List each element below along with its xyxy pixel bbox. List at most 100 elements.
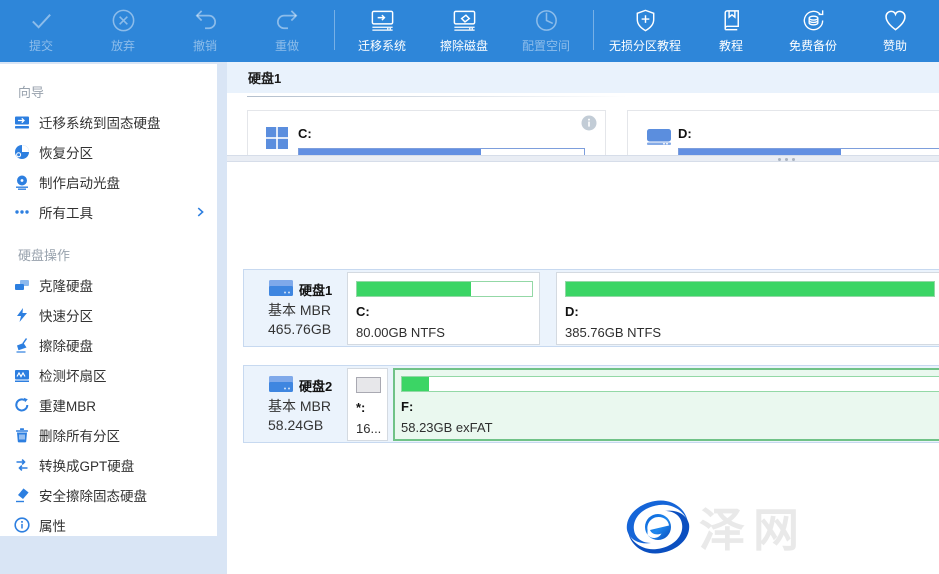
free-backup-button[interactable]: 免费备份 xyxy=(772,0,854,62)
discard-icon xyxy=(110,7,137,34)
partition-usage-fill xyxy=(402,377,429,391)
dots-icon xyxy=(14,204,30,220)
redo-button-label: 重做 xyxy=(275,37,299,54)
migrate-os-button-label: 迁移系统 xyxy=(358,37,406,54)
toolbar-divider xyxy=(593,10,594,50)
migrate-os-icon xyxy=(369,7,396,34)
sidebar-item-migrate-os-to-ssd[interactable]: 迁移系统到固态硬盘 xyxy=(0,107,217,137)
sidebar-item-convert-to-gpt-label: 转换成GPT硬盘 xyxy=(39,455,134,475)
submit-button: 提交 xyxy=(0,0,82,62)
sidebar-section-title: 向导 xyxy=(0,72,217,107)
sidebar-item-make-bootable-disc[interactable]: 制作启动光盘 xyxy=(0,167,217,197)
volume-card[interactable]: D: xyxy=(627,110,939,155)
partition-block[interactable]: D:385.76GB NTFS xyxy=(556,272,939,345)
sidebar-item-quick-partition-label: 快速分区 xyxy=(39,305,93,325)
volume-name: C: xyxy=(298,126,312,141)
splitter-grip-icon[interactable] xyxy=(778,158,795,161)
partition-name: C: xyxy=(356,304,370,319)
volume-usage-bar xyxy=(678,148,939,155)
sidebar: 向导迁移系统到固态硬盘恢复分区制作启动光盘所有工具硬盘操作克隆硬盘快速分区擦除硬… xyxy=(0,64,217,536)
disk-name: 硬盘2 xyxy=(299,376,332,395)
toolbar-divider xyxy=(334,10,335,50)
sidebar-item-rebuild-mbr[interactable]: 重建MBR xyxy=(0,390,217,420)
toolbar: 提交放弃撤销 重做 迁移系统 擦除磁盘 配置空间 无损分区教程教程免费备份 赞助 xyxy=(0,0,939,62)
bolt-icon xyxy=(14,307,30,323)
volume-name: D: xyxy=(678,126,692,141)
sidebar-item-secure-erase-ssd[interactable]: 安全擦除固态硬盘 xyxy=(0,480,217,510)
disk-type: 基本 MBR xyxy=(268,396,331,416)
disk-row[interactable]: 硬盘2基本 MBR58.24GB*:16...F:58.23GB exFAT xyxy=(243,365,939,443)
partition-usage-bar xyxy=(356,377,381,393)
allocate-space-button-label: 配置空间 xyxy=(522,37,570,54)
sidebar-item-properties[interactable]: 属性 xyxy=(0,510,217,540)
sidebar-item-all-tools-label: 所有工具 xyxy=(39,202,93,222)
partition-block[interactable]: F: 58.23GB exFAT xyxy=(393,368,939,441)
partition-name: *: xyxy=(356,400,365,415)
partition-info: 16... xyxy=(356,421,381,436)
strip-splitter[interactable] xyxy=(227,155,939,162)
sidebar-item-recover-partition[interactable]: 恢复分区 xyxy=(0,137,217,167)
undo-button: 撤销 xyxy=(164,0,246,62)
windows-logo xyxy=(266,127,288,149)
partition-info: 58.23GB exFAT xyxy=(401,420,493,435)
convert-icon xyxy=(14,457,30,473)
clone-icon xyxy=(14,277,30,293)
allocate-space-icon xyxy=(533,7,560,34)
heart-icon xyxy=(882,7,909,34)
sidebar-section: 向导迁移系统到固态硬盘恢复分区制作启动光盘所有工具 xyxy=(0,64,217,227)
disk-name: 硬盘1 xyxy=(299,280,332,299)
disk-tab[interactable]: 硬盘1 xyxy=(227,68,281,87)
sponsor-button-label: 赞助 xyxy=(883,37,907,54)
sidebar-item-quick-partition[interactable]: 快速分区 xyxy=(0,300,217,330)
partition-name: F: xyxy=(401,399,413,414)
info-icon xyxy=(14,517,30,533)
disk-size: 465.76GB xyxy=(268,321,331,337)
disk-row[interactable]: 硬盘1基本 MBR465.76GBC:80.00GB NTFSD:385.76G… xyxy=(243,269,939,347)
sidebar-item-check-bad-sectors-label: 检测坏扇区 xyxy=(39,365,107,385)
partition-tutorial-button[interactable]: 无损分区教程 xyxy=(600,0,690,62)
drive-row-icon xyxy=(268,375,294,394)
sidebar-item-delete-all-partitions[interactable]: 删除所有分区 xyxy=(0,420,217,450)
partition-usage-bar xyxy=(565,281,935,297)
recover-icon xyxy=(14,144,30,160)
broom-icon xyxy=(14,337,30,353)
sectors-icon xyxy=(14,367,30,383)
partition-usage-bar xyxy=(356,281,533,297)
disc-icon xyxy=(14,174,30,190)
eraser-icon xyxy=(14,487,30,503)
sidebar-item-all-tools[interactable]: 所有工具 xyxy=(0,197,217,227)
backup-icon xyxy=(800,7,827,34)
sidebar-item-migrate-os-to-ssd-label: 迁移系统到固态硬盘 xyxy=(39,112,161,132)
shield-plus-icon xyxy=(632,7,659,34)
discard-button: 放弃 xyxy=(82,0,164,62)
sidebar-item-check-bad-sectors[interactable]: 检测坏扇区 xyxy=(0,360,217,390)
wipe-disk-icon xyxy=(451,7,478,34)
partition-info: 385.76GB NTFS xyxy=(565,325,661,340)
volume-card[interactable]: C: xyxy=(247,110,606,155)
volume-strip: C: D: xyxy=(227,97,939,155)
sidebar-section-title: 硬盘操作 xyxy=(0,235,217,270)
free-backup-button-label: 免费备份 xyxy=(789,37,837,54)
info-circle-icon[interactable] xyxy=(581,115,597,131)
tutorial-button[interactable]: 教程 xyxy=(690,0,772,62)
drive-icon xyxy=(646,127,672,147)
sidebar-item-clone-disk[interactable]: 克隆硬盘 xyxy=(0,270,217,300)
sidebar-item-wipe-disk[interactable]: 擦除硬盘 xyxy=(0,330,217,360)
sponsor-button[interactable]: 赞助 xyxy=(854,0,936,62)
sidebar-item-delete-all-partitions-label: 删除所有分区 xyxy=(39,425,120,445)
wipe-disk-button-label: 擦除磁盘 xyxy=(440,37,488,54)
undo-icon xyxy=(192,7,219,34)
disk-list: 硬盘1 基本 MBR 465.76GB C:80.00GB NTFSD:385.76G… xyxy=(227,162,939,574)
sidebar-item-recover-partition-label: 恢复分区 xyxy=(39,142,93,162)
migrate-os-button[interactable]: 迁移系统 xyxy=(341,0,423,62)
undo-button-label: 撤销 xyxy=(193,37,217,54)
redo-icon xyxy=(274,7,301,34)
partition-block[interactable]: C:80.00GB NTFS xyxy=(347,272,540,345)
wipe-disk-button[interactable]: 擦除磁盘 xyxy=(423,0,505,62)
partition-tutorial-button-label: 无损分区教程 xyxy=(609,37,681,54)
tutorial-book-icon xyxy=(718,7,745,34)
sidebar-item-convert-to-gpt[interactable]: 转换成GPT硬盘 xyxy=(0,450,217,480)
partition-block[interactable]: *: 16... xyxy=(347,368,388,441)
watermark: 泽网 xyxy=(625,494,807,560)
sidebar-item-secure-erase-ssd-label: 安全擦除固态硬盘 xyxy=(39,485,147,505)
